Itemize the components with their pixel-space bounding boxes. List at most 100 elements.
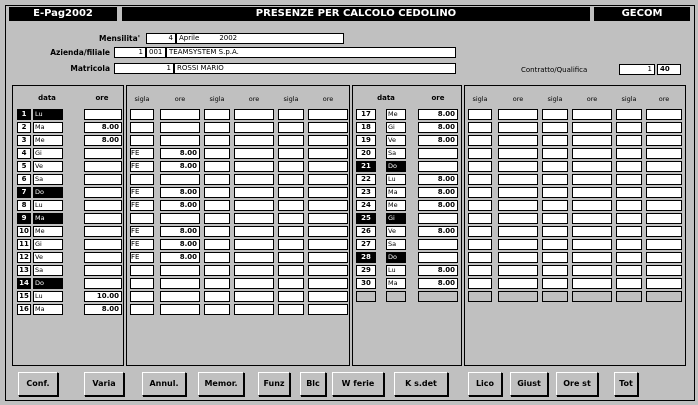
justification-hours-input[interactable] <box>498 109 538 120</box>
hours-input[interactable]: 8.00 <box>418 174 458 185</box>
justification-hours-input[interactable] <box>498 122 538 133</box>
justification-code-input[interactable] <box>542 161 568 172</box>
hours-input[interactable] <box>84 252 122 263</box>
justification-hours-input[interactable] <box>572 226 612 237</box>
justification-code-input[interactable]: FE <box>130 252 154 263</box>
justification-hours-input[interactable] <box>308 161 348 172</box>
justification-code-input[interactable] <box>278 239 304 250</box>
justification-hours-input[interactable] <box>234 135 274 146</box>
hours-input[interactable] <box>418 148 458 159</box>
justification-hours-input[interactable] <box>572 278 612 289</box>
justification-code-input[interactable] <box>468 200 492 211</box>
justification-hours-input[interactable] <box>160 278 200 289</box>
hours-input[interactable]: 8.00 <box>418 109 458 120</box>
justification-code-input[interactable] <box>616 161 642 172</box>
justification-hours-input[interactable] <box>498 213 538 224</box>
hours-input[interactable] <box>418 213 458 224</box>
justification-code-input[interactable] <box>468 226 492 237</box>
justification-code-input[interactable] <box>278 278 304 289</box>
justification-code-input[interactable] <box>130 122 154 133</box>
justification-hours-input[interactable] <box>646 135 682 146</box>
justification-code-input[interactable] <box>468 213 492 224</box>
justification-hours-input[interactable] <box>234 278 274 289</box>
justification-code-input[interactable] <box>468 109 492 120</box>
justification-hours-input[interactable] <box>498 278 538 289</box>
justification-code-input[interactable] <box>204 174 230 185</box>
justification-code-input[interactable] <box>130 213 154 224</box>
justification-hours-input[interactable] <box>572 213 612 224</box>
mensilita-number-field[interactable]: 4 <box>146 33 176 44</box>
justification-hours-input[interactable] <box>498 252 538 263</box>
justification-hours-input[interactable] <box>160 174 200 185</box>
lico-button[interactable]: Lico <box>468 372 502 396</box>
justification-code-input[interactable] <box>542 239 568 250</box>
justification-hours-input[interactable] <box>234 148 274 159</box>
filiale-code-field[interactable]: 001 <box>146 47 166 58</box>
justification-code-input[interactable] <box>204 291 230 302</box>
justification-hours-input[interactable] <box>646 122 682 133</box>
justification-hours-input[interactable]: 8.00 <box>160 239 200 250</box>
justification-code-input[interactable] <box>130 109 154 120</box>
justification-code-input[interactable] <box>468 161 492 172</box>
justification-hours-input[interactable] <box>572 174 612 185</box>
justification-hours-input[interactable] <box>572 200 612 211</box>
justification-hours-input[interactable] <box>572 161 612 172</box>
hours-input[interactable] <box>84 148 122 159</box>
justification-hours-input[interactable] <box>498 135 538 146</box>
justification-hours-input[interactable]: 8.00 <box>160 187 200 198</box>
justification-hours-input[interactable] <box>234 213 274 224</box>
justification-hours-input[interactable] <box>308 135 348 146</box>
justification-code-input[interactable] <box>204 122 230 133</box>
justification-hours-input[interactable] <box>308 265 348 276</box>
funz-button[interactable]: Funz <box>258 372 290 396</box>
hours-input[interactable] <box>84 109 122 120</box>
hours-input[interactable] <box>84 265 122 276</box>
justification-hours-input[interactable] <box>646 239 682 250</box>
justification-code-input[interactable] <box>542 265 568 276</box>
justification-hours-input[interactable] <box>646 278 682 289</box>
justification-hours-input[interactable] <box>234 252 274 263</box>
orest-button[interactable]: Ore st <box>556 372 598 396</box>
justification-code-input[interactable] <box>130 278 154 289</box>
justification-code-input[interactable] <box>468 239 492 250</box>
justification-hours-input[interactable] <box>308 187 348 198</box>
justification-code-input[interactable] <box>130 265 154 276</box>
justification-code-input[interactable] <box>278 200 304 211</box>
justification-hours-input[interactable] <box>160 265 200 276</box>
justification-hours-input[interactable] <box>498 174 538 185</box>
justification-hours-input[interactable] <box>234 109 274 120</box>
justification-code-input[interactable] <box>204 109 230 120</box>
justification-code-input[interactable] <box>616 109 642 120</box>
justification-hours-input[interactable] <box>308 278 348 289</box>
justification-code-input[interactable] <box>204 187 230 198</box>
justification-hours-input[interactable]: 8.00 <box>160 148 200 159</box>
hours-input[interactable]: 8.00 <box>418 135 458 146</box>
justification-code-input[interactable] <box>278 187 304 198</box>
justification-hours-input[interactable] <box>308 239 348 250</box>
justification-code-input[interactable] <box>542 187 568 198</box>
justification-hours-input[interactable] <box>646 148 682 159</box>
justification-code-input[interactable] <box>204 226 230 237</box>
justification-code-input[interactable] <box>204 135 230 146</box>
justification-code-input[interactable] <box>542 252 568 263</box>
justification-hours-input[interactable] <box>572 135 612 146</box>
justification-hours-input[interactable] <box>234 187 274 198</box>
justification-code-input[interactable] <box>542 278 568 289</box>
justification-hours-input[interactable] <box>234 265 274 276</box>
justification-hours-input[interactable] <box>646 109 682 120</box>
tot-button[interactable]: Tot <box>614 372 638 396</box>
justification-code-input[interactable] <box>616 226 642 237</box>
justification-code-input[interactable] <box>542 200 568 211</box>
justification-code-input[interactable] <box>616 213 642 224</box>
justification-hours-input[interactable] <box>498 200 538 211</box>
justification-hours-input[interactable] <box>234 226 274 237</box>
justification-code-input[interactable]: FE <box>130 226 154 237</box>
justification-hours-input[interactable] <box>234 304 274 315</box>
justification-hours-input[interactable] <box>646 161 682 172</box>
justification-code-input[interactable] <box>278 161 304 172</box>
justification-code-input[interactable] <box>616 200 642 211</box>
justification-hours-input[interactable] <box>234 291 274 302</box>
justification-code-input[interactable] <box>468 187 492 198</box>
justification-hours-input[interactable] <box>646 213 682 224</box>
justification-hours-input[interactable] <box>160 135 200 146</box>
